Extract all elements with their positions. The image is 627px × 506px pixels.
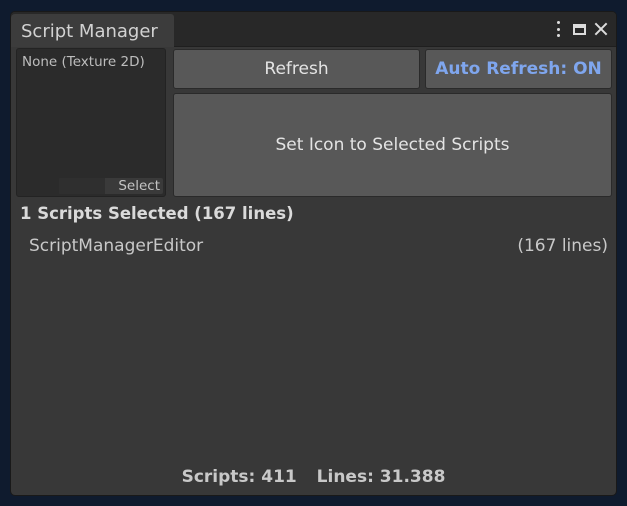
stats-footer: Scripts: 411 Lines: 31.388 [11, 467, 616, 487]
maximize-icon[interactable] [573, 23, 586, 35]
list-item[interactable]: ScriptManagerEditor (167 lines) [29, 236, 608, 258]
auto-refresh-toggle-button[interactable]: Auto Refresh: ON [425, 49, 612, 89]
scripts-count: Scripts: 411 [181, 467, 297, 487]
lines-count: Lines: 31.388 [316, 467, 446, 487]
texture-field[interactable]: None (Texture 2D) Select [16, 48, 166, 197]
script-manager-window: Script Manager None (Texture 2D) Select … [10, 11, 617, 496]
close-icon[interactable] [594, 22, 608, 36]
script-line-count: (167 lines) [517, 236, 608, 256]
refresh-button[interactable]: Refresh [173, 49, 420, 89]
title-bar: Script Manager [11, 12, 616, 47]
set-icon-button[interactable]: Set Icon to Selected Scripts [173, 93, 612, 197]
window-tab[interactable]: Script Manager [11, 14, 174, 47]
window-controls [556, 18, 608, 40]
kebab-menu-icon[interactable] [556, 21, 560, 37]
texture-select-button[interactable]: Select [59, 178, 163, 194]
texture-field-value: None (Texture 2D) [22, 54, 145, 70]
selection-summary: 1 Scripts Selected (167 lines) [20, 204, 294, 223]
script-name: ScriptManagerEditor [29, 236, 204, 256]
